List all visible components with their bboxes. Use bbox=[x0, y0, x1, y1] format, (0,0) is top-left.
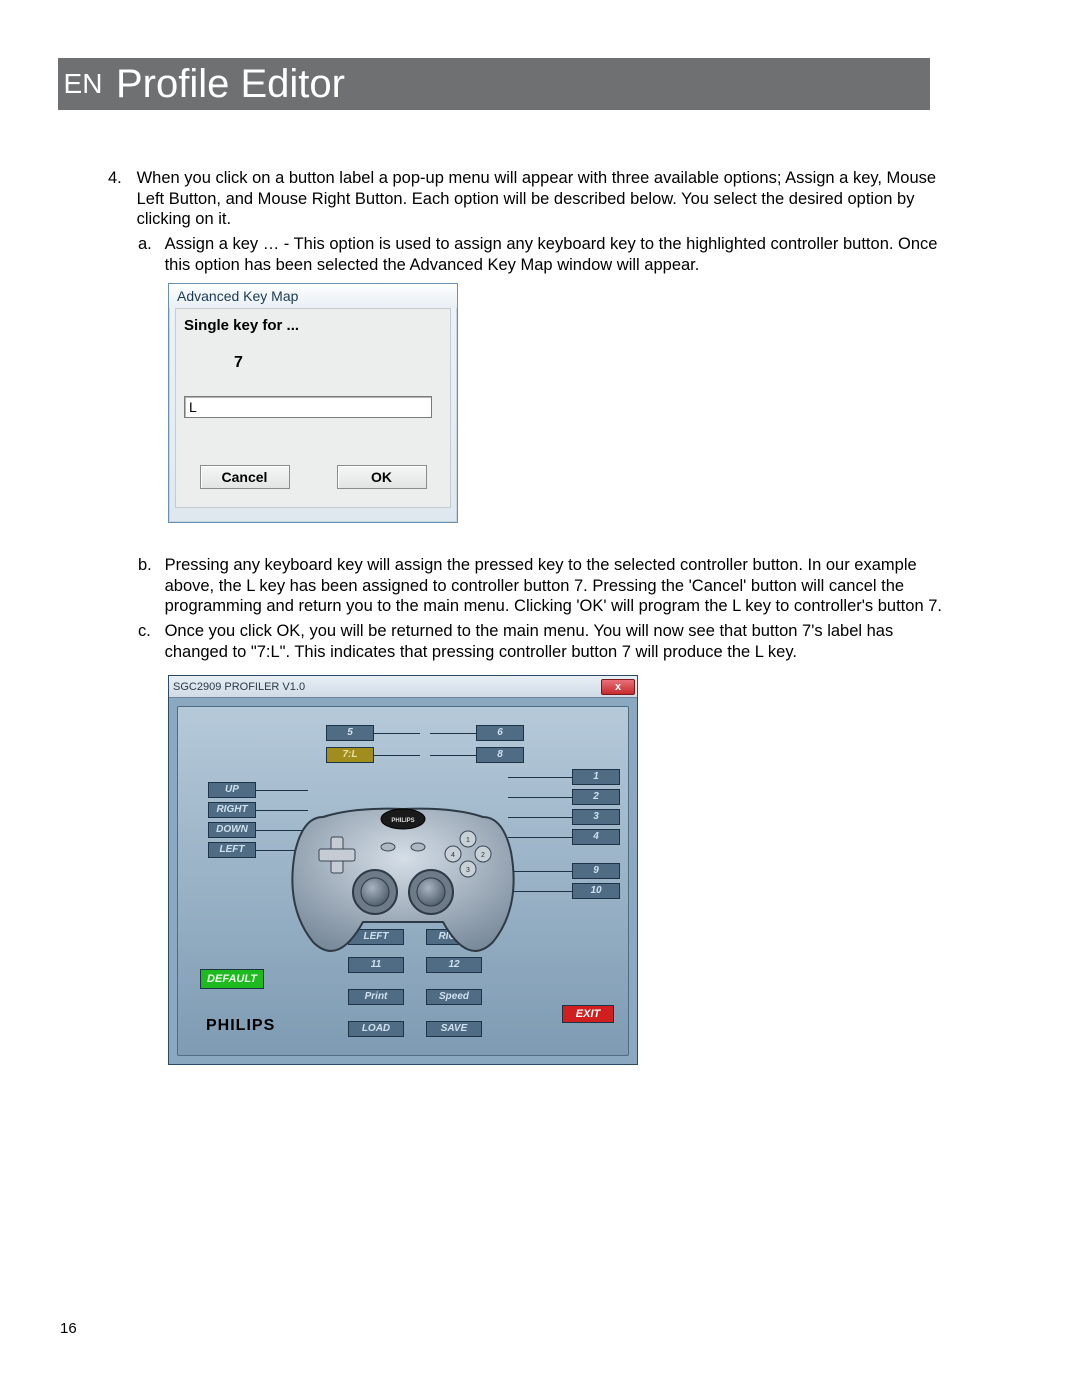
label-4[interactable]: 4 bbox=[572, 829, 620, 845]
label-up[interactable]: UP bbox=[208, 782, 256, 798]
ok-button[interactable]: OK bbox=[337, 465, 427, 489]
advanced-key-map-dialog: Advanced Key Map Single key for ... 7 L … bbox=[168, 283, 458, 523]
cancel-button[interactable]: Cancel bbox=[200, 465, 290, 489]
profiler-titlebar: SGC2909 PROFILER V1.0 x bbox=[169, 676, 637, 698]
button-number: 7 bbox=[184, 354, 442, 372]
close-icon[interactable]: x bbox=[601, 679, 635, 695]
brand-text: PHILIPS bbox=[206, 1017, 275, 1035]
label-print[interactable]: Print bbox=[348, 989, 404, 1005]
label-down[interactable]: DOWN bbox=[208, 822, 256, 838]
single-key-label: Single key for ... bbox=[184, 317, 442, 334]
label-right[interactable]: RIGHT bbox=[208, 802, 256, 818]
label-load[interactable]: LOAD bbox=[348, 1021, 404, 1037]
sub-c-text: Once you click OK, you will be returned … bbox=[165, 621, 955, 662]
controller-icon: PHILIPS 1 2 3 4 bbox=[283, 797, 523, 957]
label-left[interactable]: LEFT bbox=[208, 842, 256, 858]
dialog-title: Advanced Key Map bbox=[169, 284, 457, 308]
profiler-window: SGC2909 PROFILER V1.0 x 5 6 7:L 8 UP RIG… bbox=[168, 675, 638, 1065]
exit-button[interactable]: EXIT bbox=[562, 1005, 614, 1023]
label-9[interactable]: 9 bbox=[572, 863, 620, 879]
label-7[interactable]: 7:L bbox=[326, 747, 374, 763]
sub-bc-block: b. Pressing any keyboard key will assign… bbox=[108, 555, 978, 662]
step-4-block: 4. When you click on a button label a po… bbox=[108, 168, 978, 275]
page-title: Profile Editor bbox=[108, 62, 345, 107]
page-number: 16 bbox=[60, 1320, 77, 1337]
label-6[interactable]: 6 bbox=[476, 725, 524, 741]
sub-a-text: Assign a key … - This option is used to … bbox=[165, 234, 955, 275]
sub-b-text: Pressing any keyboard key will assign th… bbox=[165, 555, 955, 617]
label-10[interactable]: 10 bbox=[572, 883, 620, 899]
svg-text:1: 1 bbox=[466, 837, 470, 844]
label-3[interactable]: 3 bbox=[572, 809, 620, 825]
key-input[interactable]: L bbox=[184, 396, 432, 418]
label-speed[interactable]: Speed bbox=[426, 989, 482, 1005]
sub-letter-c: c. bbox=[138, 621, 160, 642]
svg-text:2: 2 bbox=[481, 852, 485, 859]
label-11[interactable]: 11 bbox=[348, 957, 404, 973]
svg-text:3: 3 bbox=[466, 867, 470, 874]
profiler-title: SGC2909 PROFILER V1.0 bbox=[173, 681, 305, 693]
language-tag: EN bbox=[58, 68, 108, 100]
sub-letter-a: a. bbox=[138, 234, 160, 255]
label-5[interactable]: 5 bbox=[326, 725, 374, 741]
dialog-body: Single key for ... 7 L Cancel OK bbox=[175, 308, 451, 508]
default-button[interactable]: DEFAULT bbox=[200, 969, 264, 989]
list-number: 4. bbox=[108, 168, 132, 189]
step-4-text: When you click on a button label a pop-u… bbox=[137, 168, 957, 230]
controller-badge: PHILIPS bbox=[391, 818, 414, 824]
label-2[interactable]: 2 bbox=[572, 789, 620, 805]
label-12[interactable]: 12 bbox=[426, 957, 482, 973]
header-bar: EN Profile Editor bbox=[58, 58, 930, 110]
sub-letter-b: b. bbox=[138, 555, 160, 576]
svg-text:4: 4 bbox=[451, 852, 455, 859]
label-save[interactable]: SAVE bbox=[426, 1021, 482, 1037]
profiler-canvas: 5 6 7:L 8 UP RIGHT DOWN LEFT 1 2 3 4 9 1… bbox=[177, 706, 629, 1056]
label-8[interactable]: 8 bbox=[476, 747, 524, 763]
label-1[interactable]: 1 bbox=[572, 769, 620, 785]
